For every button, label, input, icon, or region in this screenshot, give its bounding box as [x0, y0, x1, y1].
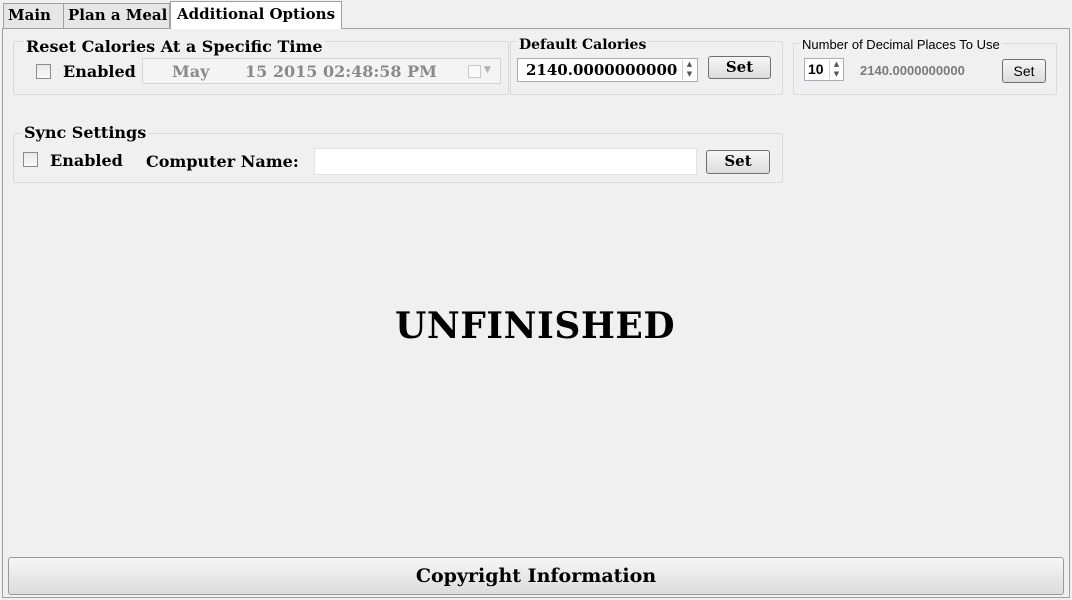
tab-additional-options[interactable]: Additional Options: [170, 1, 342, 29]
sync-set-button[interactable]: Set: [706, 150, 770, 174]
spin-down-icon[interactable]: ▼: [683, 70, 696, 80]
calendar-icon[interactable]: [468, 65, 481, 78]
copyright-information-button[interactable]: Copyright Information: [8, 557, 1064, 595]
tab-main[interactable]: Main: [3, 3, 64, 28]
computer-name-input[interactable]: [314, 148, 697, 175]
reset-enabled-checkbox[interactable]: [36, 64, 51, 79]
default-calories-title: Default Calories: [517, 37, 649, 53]
decimal-places-value: 10: [808, 61, 824, 77]
decimal-places-input[interactable]: 10 ▲ ▼: [804, 58, 844, 81]
sync-enabled-label: Enabled: [50, 151, 123, 170]
default-calories-input[interactable]: 2140.0000000000 ▲ ▼: [517, 58, 698, 82]
tab-page-additional-options: Reset Calories At a Specific Time Enable…: [2, 28, 1070, 598]
tab-plan-a-meal[interactable]: Plan a Meal: [63, 3, 170, 28]
reset-month: May: [172, 62, 210, 81]
reset-calories-title: Reset Calories At a Specific Time: [24, 37, 325, 56]
decimal-places-spinner[interactable]: ▲ ▼: [829, 60, 843, 79]
spin-down-icon[interactable]: ▼: [830, 70, 843, 80]
default-calories-spinner[interactable]: ▲ ▼: [682, 60, 696, 80]
sync-settings-title: Sync Settings: [22, 123, 149, 142]
reset-datetime-picker[interactable]: May 15 2015 02:48:58 PM ▼: [142, 58, 501, 84]
decimal-places-set-button[interactable]: Set: [1002, 59, 1046, 83]
reset-datetime-text: 15 2015 02:48:58 PM: [245, 62, 437, 81]
decimal-places-preview: 2140.0000000000: [860, 63, 965, 78]
chevron-down-icon[interactable]: ▼: [484, 65, 491, 75]
unfinished-heading: UNFINISHED: [394, 305, 676, 347]
tab-strip: Main Plan a Meal Additional Options: [0, 0, 1072, 29]
default-calories-set-button[interactable]: Set: [708, 56, 771, 79]
reset-enabled-label: Enabled: [63, 62, 136, 81]
computer-name-label: Computer Name:: [146, 152, 299, 171]
sync-enabled-checkbox[interactable]: [23, 152, 38, 167]
decimal-places-title: Number of Decimal Places To Use: [800, 37, 1002, 52]
default-calories-value: 2140.0000000000: [526, 61, 678, 79]
spin-up-icon[interactable]: ▲: [830, 60, 843, 70]
spin-up-icon[interactable]: ▲: [683, 60, 696, 70]
